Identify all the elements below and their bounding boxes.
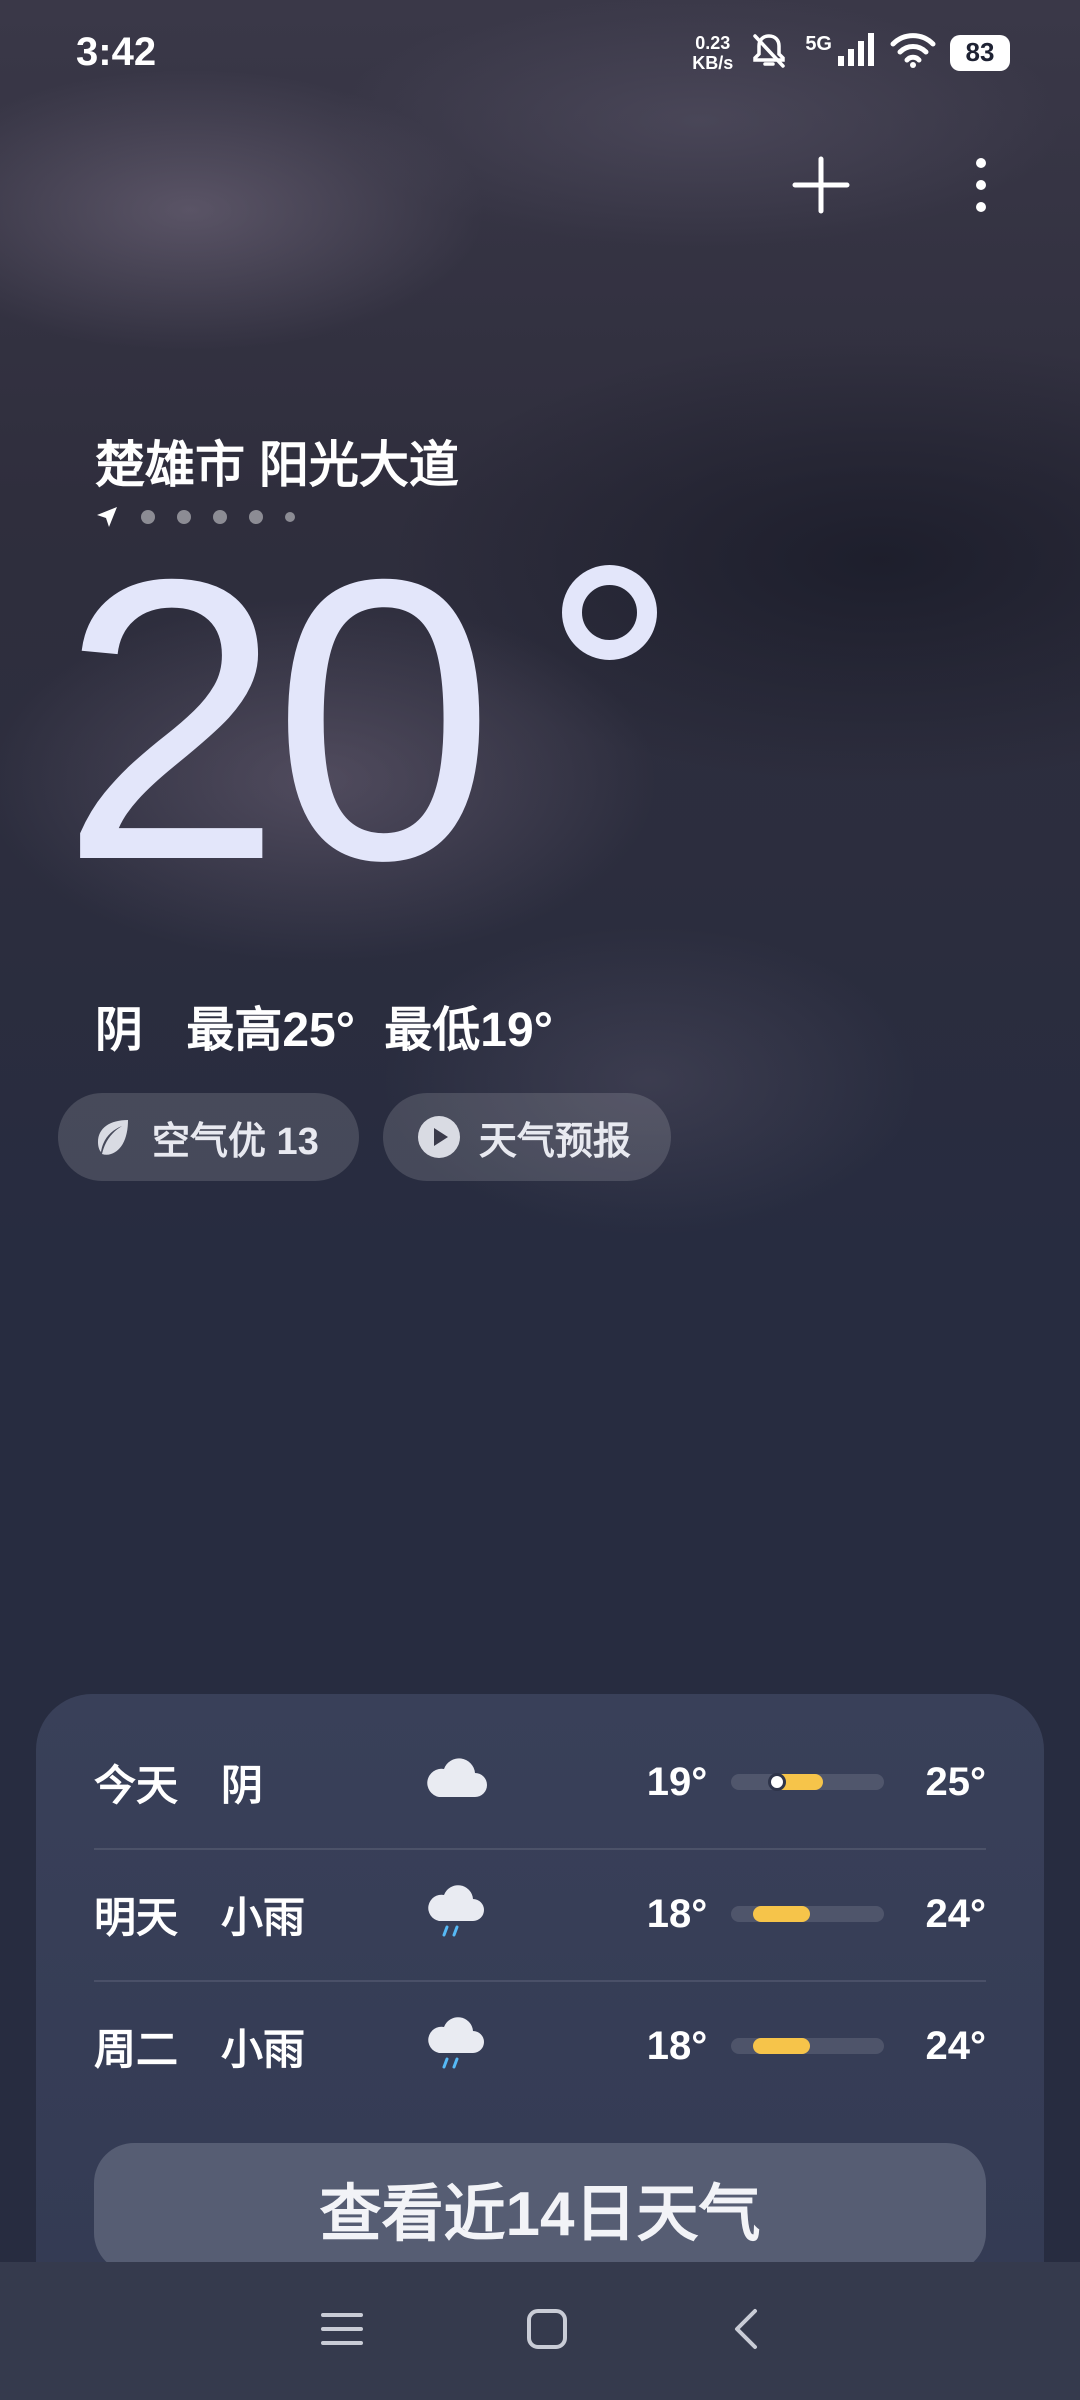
status-time: 3:42 <box>76 30 157 74</box>
degree-symbol <box>562 565 657 660</box>
network-speed-value: 0.23 <box>695 32 731 53</box>
status-icons: 0.23 KB/s 5G 83 <box>692 28 1010 77</box>
mute-icon <box>747 28 791 77</box>
forecast-video-chip[interactable]: 天气预报 <box>382 1093 671 1181</box>
back-button[interactable] <box>729 2307 761 2356</box>
forecast-row[interactable]: 明天 小雨 18° 24° <box>94 1848 986 1982</box>
current-temperature-marker <box>767 1773 786 1791</box>
forecast-condition: 小雨 <box>220 1893 305 1941</box>
forecast-day: 今天 <box>94 1761 179 1809</box>
more-vertical-icon <box>976 158 986 212</box>
wifi-icon <box>890 32 936 73</box>
light-rain-icon <box>421 1879 519 1949</box>
home-button[interactable] <box>525 2307 569 2356</box>
temperature-range-bar <box>731 1906 884 1922</box>
current-temperature: 20 <box>60 496 495 943</box>
home-icon <box>527 2308 567 2349</box>
view-14-day-button[interactable]: 查看近14日天气 <box>94 2143 986 2273</box>
top-actions <box>786 150 1016 220</box>
menu-icon <box>321 2312 363 2345</box>
temperature-range-fill <box>752 1906 811 1922</box>
back-icon <box>735 2308 757 2349</box>
temperature-range-bar <box>731 2038 884 2054</box>
navigation-bar <box>0 2262 1080 2400</box>
forecast-high: 25° <box>925 1759 987 1804</box>
forecast-condition: 阴 <box>220 1761 263 1809</box>
today-low: 最低19° <box>384 1004 553 1057</box>
forecast-condition: 小雨 <box>220 2025 305 2073</box>
signal-icon <box>836 32 876 73</box>
network-label: 5G <box>805 33 832 55</box>
menu-button[interactable] <box>319 2309 365 2354</box>
status-bar: 3:42 0.23 KB/s 5G 83 <box>0 0 1080 110</box>
temperature-range-bar <box>731 1773 884 1791</box>
today-high: 最高25° <box>186 1004 355 1057</box>
network-speed: 0.23 KB/s <box>692 33 733 73</box>
air-quality-chip[interactable]: 空气优 13 <box>58 1093 359 1181</box>
current-condition: 阴 <box>95 1004 144 1057</box>
leaf-icon <box>98 1120 128 1155</box>
play-icon <box>417 1116 460 1158</box>
forecast-low: 19° <box>646 1759 708 1804</box>
network-speed-unit: KB/s <box>692 52 734 73</box>
forecast-low: 18° <box>646 1891 708 1936</box>
info-chips: 空气优 13 天气预报 <box>58 1093 671 1181</box>
location-title[interactable]: 楚雄市 阳光大道 <box>95 425 459 497</box>
cloudy-icon <box>421 1747 519 1817</box>
forecast-high: 24° <box>925 1891 987 1936</box>
battery-icon: 83 <box>950 34 1010 71</box>
plus-icon <box>792 156 850 214</box>
forecast-row[interactable]: 周二 小雨 18° 24° <box>94 1980 986 2112</box>
forecast-video-label: 天气预报 <box>478 1120 631 1163</box>
forecast-low: 18° <box>646 2023 708 2068</box>
more-options-button[interactable] <box>946 150 1016 220</box>
add-city-button[interactable] <box>786 150 856 220</box>
forecast-row[interactable]: 今天 阴 19° 25° <box>94 1716 986 1850</box>
forecast-high: 24° <box>925 2023 987 2068</box>
light-rain-icon <box>421 2011 519 2081</box>
temperature-range-fill <box>752 2038 811 2054</box>
weather-summary: 阴 最高25° 最低19° <box>95 990 583 1060</box>
forecast-day: 周二 <box>94 2025 179 2073</box>
air-quality-label: 空气优 13 <box>152 1120 319 1163</box>
forecast-day: 明天 <box>94 1893 179 1941</box>
